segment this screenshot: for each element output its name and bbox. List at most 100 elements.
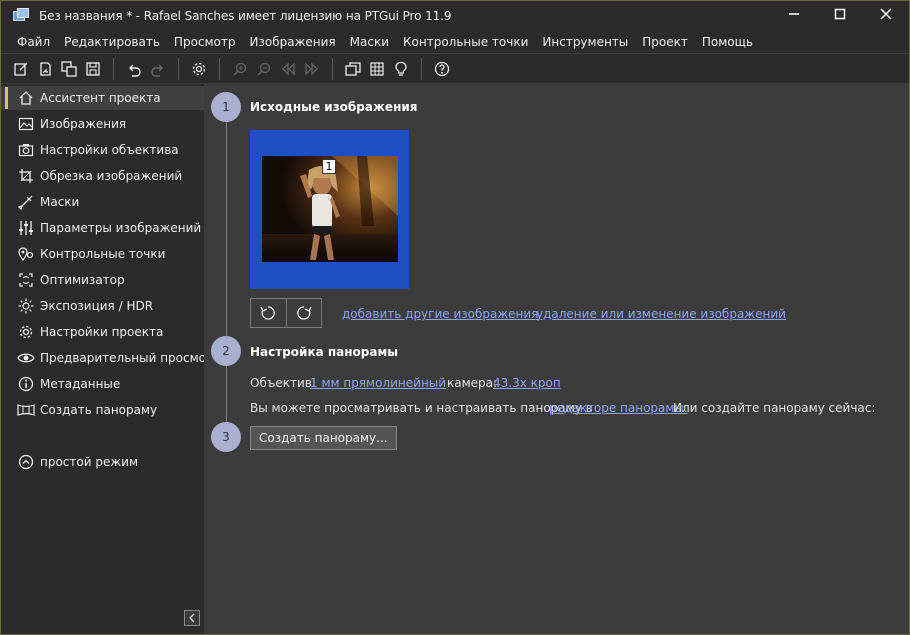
open-project-button[interactable] <box>33 57 57 81</box>
sidebar: Ассистент проекта Изображения Настройки … <box>1 84 221 634</box>
menu-help[interactable]: Помощь <box>695 35 760 49</box>
sidebar-item-metadata[interactable]: Метаданные <box>1 372 204 396</box>
zoom-in-button[interactable] <box>228 57 252 81</box>
sidebar-item-create-panorama[interactable]: Создать панораму <box>1 398 204 422</box>
simple-mode-label: простой режим <box>40 455 139 469</box>
redo-button[interactable] <box>146 57 170 81</box>
new-project-button[interactable] <box>9 57 33 81</box>
help-button[interactable] <box>430 57 454 81</box>
menu-view[interactable]: Просмотр <box>167 35 243 49</box>
step-connector <box>226 366 227 422</box>
sidebar-item-label: Настройки объектива <box>40 143 179 157</box>
info-icon <box>17 375 35 393</box>
undo-icon <box>129 64 141 77</box>
sidebar-item-label: Оптимизатор <box>40 273 125 287</box>
sidebar-item-label: Контрольные точки <box>40 247 166 261</box>
step-connector <box>226 122 227 338</box>
sidebar-item-project-settings[interactable]: Настройки проекта <box>1 320 204 344</box>
sidebar-item-label: Создать панораму <box>40 403 158 417</box>
menu-file[interactable]: Файл <box>10 35 57 49</box>
ptgui-app-icon <box>13 8 29 24</box>
panorama-editor-link[interactable]: редакторе панорамы. <box>549 401 688 415</box>
rotate-left-button[interactable] <box>251 299 286 327</box>
control-points-icon <box>17 245 35 263</box>
sidebar-item-crop[interactable]: Обрезка изображений <box>1 164 204 188</box>
menu-edit[interactable]: Редактировать <box>57 35 167 49</box>
sidebar-item-label: Параметры изображений <box>40 221 202 235</box>
image-number-badge: 1 <box>322 159 336 174</box>
settings-button[interactable] <box>187 57 211 81</box>
maximize-button[interactable] <box>817 1 863 27</box>
rotate-buttons <box>250 298 322 328</box>
camera-value-link[interactable]: 43.3x кроп <box>493 376 561 390</box>
redo-icon <box>151 64 163 77</box>
gear-icon <box>17 323 35 341</box>
rewind-icon <box>282 62 295 75</box>
table-editor-button[interactable] <box>365 57 389 81</box>
create-panorama-button[interactable]: Создать панораму... <box>250 426 397 450</box>
save-icon <box>86 61 100 76</box>
fast-forward-icon <box>305 62 318 75</box>
collapse-sidebar-button[interactable] <box>184 610 200 626</box>
remove-images-link[interactable]: удаление или изменение изображений <box>536 307 786 321</box>
next-button[interactable] <box>300 57 324 81</box>
sliders-icon <box>17 219 35 237</box>
sidebar-item-label: Ассистент проекта <box>40 91 161 105</box>
sidebar-item-label: Метаданные <box>40 377 121 391</box>
sun-icon <box>17 297 35 315</box>
camera-label: камера: <box>447 376 498 390</box>
rotate-right-button[interactable] <box>285 299 321 327</box>
save-button[interactable] <box>81 57 105 81</box>
title-bar: Без названия * - Rafael Sanches имеет ли… <box>1 1 909 31</box>
panorama-icon <box>17 401 35 419</box>
menu-masks[interactable]: Маски <box>343 35 396 49</box>
menu-images[interactable]: Изображения <box>243 35 343 49</box>
menu-project[interactable]: Проект <box>635 35 695 49</box>
help-icon <box>434 61 450 76</box>
add-images-link[interactable]: добавить другие изображения <box>342 307 538 321</box>
sidebar-item-optimizer[interactable]: Оптимизатор <box>1 268 204 292</box>
minimize-button[interactable] <box>771 1 817 27</box>
home-icon <box>17 89 35 107</box>
gear-icon <box>192 62 206 75</box>
sidebar-item-preview[interactable]: Предварительный просмотр <box>1 346 221 370</box>
open-recent-icon <box>61 60 77 77</box>
source-image-thumbnail[interactable]: 1 <box>250 130 409 289</box>
tips-button[interactable] <box>389 57 413 81</box>
menu-control-points[interactable]: Контрольные точки <box>396 35 535 49</box>
menu-bar: Файл Редактировать Просмотр Изображения … <box>1 31 909 53</box>
simple-mode-toggle[interactable]: простой режим <box>1 450 204 474</box>
editor-info-text: Вы можете просматривать и настраивать па… <box>250 401 593 415</box>
undo-button[interactable] <box>122 57 146 81</box>
sidebar-item-image-parameters[interactable]: Параметры изображений <box>1 216 204 240</box>
sidebar-item-control-points[interactable]: Контрольные точки <box>1 242 204 266</box>
sidebar-item-exposure-hdr[interactable]: Экспозиция / HDR <box>1 294 204 318</box>
panorama-editor-icon <box>345 61 361 76</box>
lens-value-link[interactable]: 1 мм прямолинейный <box>310 376 446 390</box>
sidebar-item-masks[interactable]: Маски <box>1 190 204 214</box>
sidebar-item-label: Маски <box>40 195 80 209</box>
new-project-icon <box>14 62 28 76</box>
toolbar-separator <box>332 57 333 80</box>
step-2-title: Настройка панорамы <box>250 345 399 359</box>
rotate-ccw-icon <box>260 306 276 320</box>
minimize-icon <box>789 13 799 15</box>
sidebar-item-images[interactable]: Изображения <box>1 112 204 136</box>
close-button[interactable] <box>863 1 909 27</box>
previous-button[interactable] <box>276 57 300 81</box>
step-1-circle: 1 <box>211 92 241 122</box>
close-icon <box>880 8 892 20</box>
rotate-cw-icon <box>297 306 312 320</box>
zoom-out-icon <box>257 62 271 75</box>
chevron-left-icon <box>189 613 195 623</box>
menu-tools[interactable]: Инструменты <box>535 35 635 49</box>
sidebar-item-lens-settings[interactable]: Настройки объектива <box>1 138 204 162</box>
window-title: Без названия * - Rafael Sanches имеет ли… <box>39 9 452 23</box>
zoom-in-icon <box>233 62 247 75</box>
panorama-editor-button[interactable] <box>341 57 365 81</box>
sidebar-item-project-assistant[interactable]: Ассистент проекта <box>1 86 204 110</box>
zoom-out-button[interactable] <box>252 57 276 81</box>
sidebar-item-label: Настройки проекта <box>40 325 164 339</box>
toolbar-separator <box>219 57 220 80</box>
open-recent-button[interactable] <box>57 57 81 81</box>
